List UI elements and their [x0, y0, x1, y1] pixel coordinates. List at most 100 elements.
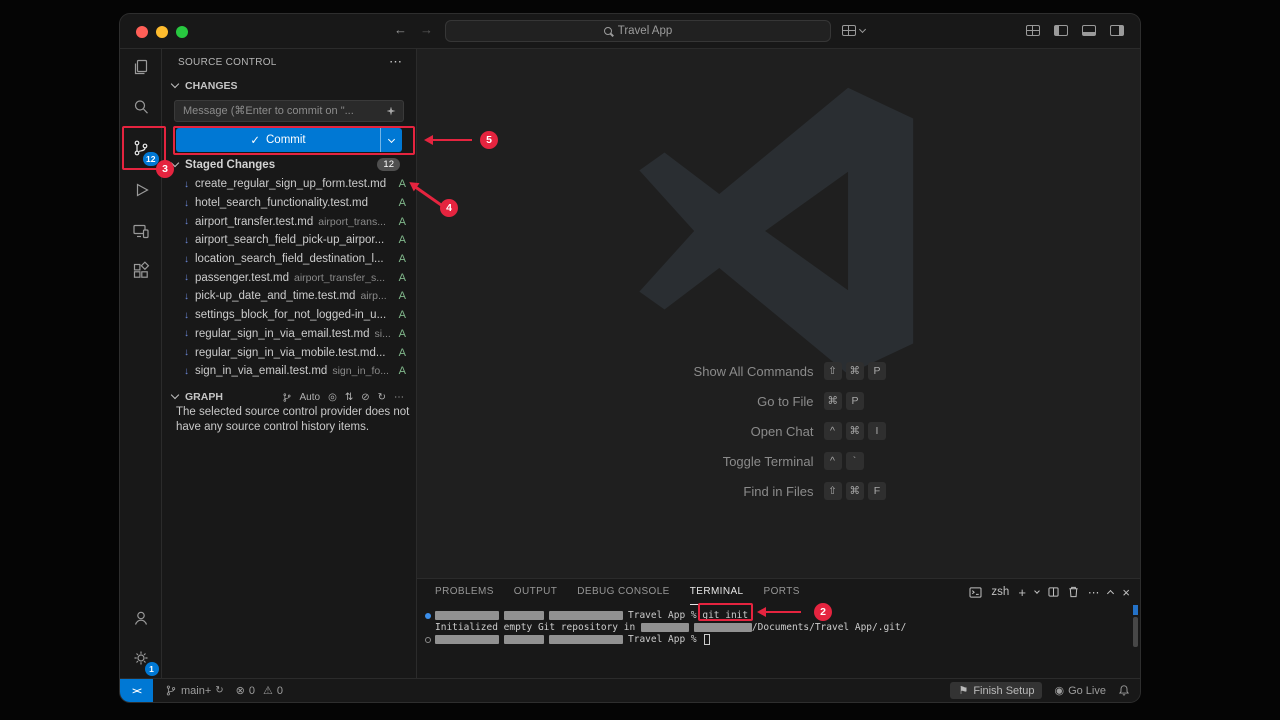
warnings-count: 0 [277, 685, 283, 697]
commit-dropdown-button[interactable] [380, 128, 402, 152]
source-control-icon[interactable]: 12 [126, 133, 156, 163]
kill-terminal-trash-icon[interactable] [1068, 586, 1079, 598]
tab-output[interactable]: OUTPUT [514, 579, 558, 605]
source-control-sidebar: SOURCE CONTROL ⋯ CHANGES ✓ Commit [162, 49, 417, 678]
toggle-sidebar-right-icon[interactable] [1110, 25, 1124, 36]
command-decoration-icon [425, 613, 431, 619]
key-shift: ⇧ [824, 482, 842, 500]
window-controls [136, 26, 188, 38]
scrollbar-decoration [1133, 605, 1138, 615]
remote-icon: >< [132, 686, 141, 696]
run-debug-icon[interactable] [126, 175, 156, 205]
go-live-button[interactable]: ◉ Go Live [1054, 684, 1106, 697]
vscode-window: ← → Travel App [120, 14, 1140, 702]
file-row[interactable]: ↓regular_sign_in_via_email.test.mdsi...A [162, 325, 416, 344]
settings-gear-icon[interactable]: 1 [126, 643, 156, 673]
tab-terminal[interactable]: TERMINAL [690, 579, 744, 605]
file-row[interactable]: ↓pick-up_date_and_time.test.mdairp...A [162, 287, 416, 306]
generate-commit-message-button[interactable] [383, 104, 399, 118]
graph-empty-message: The selected source control provider doe… [176, 405, 410, 435]
chevron-down-icon [171, 391, 179, 399]
shortcut-row: Open Chat ^⌘I [417, 421, 1140, 441]
split-terminal-icon[interactable] [1048, 587, 1059, 597]
chevron-down-icon [171, 158, 179, 166]
tab-debug-console[interactable]: DEBUG CONSOLE [577, 579, 669, 605]
search-icon [604, 27, 612, 35]
graph-auto-label[interactable]: Auto [300, 392, 321, 403]
close-panel-icon[interactable]: × [1122, 585, 1130, 600]
terminal-line: Travel App % git init [435, 610, 1120, 622]
file-row[interactable]: ↓passenger.test.mdairport_transfer_s...A [162, 268, 416, 287]
commit-button-label: Commit [266, 134, 306, 146]
file-row[interactable]: ↓location_search_field_destination_l...A [162, 250, 416, 269]
file-name: pick-up_date_and_time.test.md [195, 290, 355, 302]
search-text: Travel App [618, 25, 673, 37]
terminal-content[interactable]: Travel App % git init Initialized empty … [435, 610, 1120, 646]
more-actions-icon[interactable]: ⋯ [389, 57, 402, 67]
file-name: sign_in_via_email.test.md [195, 365, 327, 377]
back-icon[interactable]: ← [394, 22, 407, 37]
finish-setup-button[interactable]: ⚑ Finish Setup [950, 682, 1042, 699]
search-view-icon[interactable] [126, 92, 156, 122]
close-window-button[interactable] [136, 26, 148, 38]
file-desc: airport_transfer_s... [294, 272, 393, 284]
file-icon: ↓ [184, 254, 189, 265]
command-center-search[interactable]: Travel App [445, 20, 831, 42]
remote-explorer-icon[interactable] [126, 216, 156, 246]
screenshot-canvas: ← → Travel App [0, 0, 1280, 720]
terminal-output-post: /Documents/Travel App/.git/ [752, 622, 906, 633]
minimize-window-button[interactable] [156, 26, 168, 38]
file-row[interactable]: ↓create_regular_sign_up_form.test.mdA [162, 175, 416, 194]
status-bar-right: ⚑ Finish Setup ◉ Go Live [950, 682, 1140, 699]
file-row[interactable]: ↓settings_block_for_not_logged-in_u...A [162, 306, 416, 325]
sidebar-title: SOURCE CONTROL [178, 57, 389, 68]
file-icon: ↓ [184, 347, 189, 358]
fetch-icon[interactable]: ⇅ [345, 392, 353, 403]
file-icon: ↓ [184, 216, 189, 227]
changes-section-header[interactable]: CHANGES [162, 76, 416, 96]
hide-icon[interactable]: ⊘ [361, 392, 369, 403]
commit-message-wrap [174, 100, 404, 122]
tab-problems[interactable]: PROBLEMS [435, 579, 494, 605]
toggle-panel-icon[interactable] [1082, 25, 1096, 36]
file-desc: sign_in_fo... [332, 365, 392, 377]
refresh-icon[interactable]: ↻ [378, 392, 386, 403]
tab-ports[interactable]: PORTS [764, 579, 800, 605]
more-actions-icon[interactable]: ⋯ [394, 392, 404, 403]
commit-message-input[interactable] [174, 100, 404, 122]
terminal-prompt: Travel App % [628, 610, 702, 621]
file-icon: ↓ [184, 179, 189, 190]
file-row[interactable]: ↓airport_search_field_pick-up_airpor...A [162, 231, 416, 250]
graph-section-header[interactable]: GRAPH Auto ◎ ⇅ ⊘ ↻ ⋯ [162, 387, 416, 407]
chevron-down-icon [388, 135, 395, 142]
new-terminal-icon[interactable]: + [1018, 585, 1026, 600]
file-row[interactable]: ↓hotel_search_functionality.test.mdA [162, 194, 416, 213]
branch-status-item[interactable]: main+ ↻ [165, 684, 224, 697]
account-icon[interactable] [126, 603, 156, 633]
problems-status-item[interactable]: ⊗ 0 ⚠ 0 [236, 684, 283, 697]
forward-icon[interactable]: → [420, 22, 433, 37]
notifications-bell-icon[interactable] [1118, 684, 1130, 697]
file-row[interactable]: ↓sign_in_via_email.test.mdsign_in_fo...A [162, 362, 416, 381]
shell-label[interactable]: zsh [991, 586, 1009, 598]
toggle-layout-icon[interactable] [1026, 25, 1040, 36]
zoom-window-button[interactable] [176, 26, 188, 38]
more-actions-icon[interactable]: ⋯ [1088, 585, 1100, 599]
customize-layout-button[interactable] [842, 25, 865, 36]
maximize-panel-icon[interactable] [1107, 590, 1114, 597]
extensions-icon[interactable] [126, 256, 156, 286]
file-row[interactable]: ↓regular_sign_in_via_mobile.test.md...A [162, 343, 416, 362]
toggle-sidebar-left-icon[interactable] [1054, 25, 1068, 36]
file-icon: ↓ [184, 291, 189, 302]
file-name: airport_search_field_pick-up_airpor... [195, 234, 384, 246]
target-icon[interactable]: ◎ [328, 392, 337, 403]
warnings-icon: ⚠ [263, 684, 273, 697]
commit-button[interactable]: ✓ Commit [176, 128, 402, 152]
launch-profile-chevron-icon[interactable] [1034, 588, 1040, 594]
staged-changes-header[interactable]: Staged Changes 12 [162, 155, 416, 174]
explorer-icon[interactable] [126, 52, 156, 82]
remote-indicator-button[interactable]: >< [120, 679, 153, 702]
file-row[interactable]: ↓airport_transfer.test.mdairport_trans..… [162, 212, 416, 231]
file-icon: ↓ [184, 272, 189, 283]
terminal-scrollbar[interactable] [1133, 617, 1138, 647]
